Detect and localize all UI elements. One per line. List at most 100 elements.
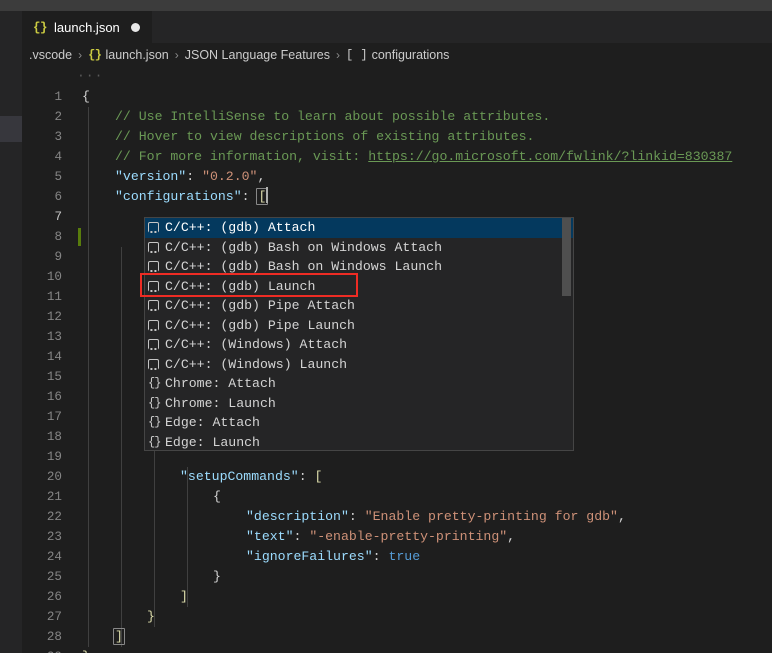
line-content: }	[82, 647, 90, 653]
suggestion-scrollbar[interactable]	[562, 218, 572, 450]
breadcrumb-label: .vscode	[29, 48, 73, 62]
code-line[interactable]: 1 {	[22, 87, 772, 107]
module-braces-icon: {}	[148, 376, 161, 391]
suggestion-item[interactable]: {} Edge: Launch	[145, 433, 573, 451]
line-number: 26	[46, 590, 62, 604]
code-token-bracket-match: ]	[113, 628, 125, 645]
line-number: 22	[46, 510, 62, 524]
suggestion-scrollbar-thumb[interactable]	[562, 218, 571, 296]
line-content: ]	[180, 587, 188, 607]
activity-bar[interactable]	[0, 11, 22, 653]
line-content: // Use IntelliSense to learn about possi…	[115, 107, 550, 127]
code-line[interactable]: 2 // Use IntelliSense to learn about pos…	[22, 107, 772, 127]
code-line[interactable]: 27 }	[22, 607, 772, 627]
code-token-string: "Enable pretty-printing for gdb"	[364, 509, 618, 524]
code-line[interactable]: 24 "ignoreFailures": true	[22, 547, 772, 567]
unsaved-dot-icon[interactable]	[130, 23, 140, 32]
line-number: 28	[46, 630, 62, 644]
documentation-link[interactable]: https://go.microsoft.com/fwlink/?linkid=…	[368, 149, 732, 164]
breadcrumb-separator-icon: ›	[335, 48, 340, 62]
line-content: }	[213, 567, 221, 587]
module-braces-icon: {}	[148, 434, 161, 449]
line-number: 9	[54, 250, 62, 264]
line-content: "setupCommands": [	[180, 467, 322, 487]
code-token-brace: {	[82, 89, 90, 104]
suggestion-label: C/C++: (gdb) Bash on Windows Attach	[165, 239, 442, 255]
suggestion-item[interactable]: C/C++: (gdb) Pipe Launch	[145, 316, 573, 336]
code-line[interactable]: 22 "description": "Enable pretty-printin…	[22, 507, 772, 527]
line-number: 24	[46, 550, 62, 564]
suggestion-item[interactable]: C/C++: (Windows) Launch	[145, 355, 573, 375]
breadcrumb-item-launch-json[interactable]: {} launch.json	[88, 48, 169, 62]
line-content: {	[213, 487, 221, 507]
suggestion-item[interactable]: {} Edge: Attach	[145, 413, 573, 433]
suggestion-label: C/C++: (Windows) Launch	[165, 356, 348, 372]
module-braces-icon: {}	[148, 415, 161, 430]
code-line[interactable]: 4 // For more information, visit: https:…	[22, 147, 772, 167]
breadcrumb-item-vscode[interactable]: .vscode	[29, 48, 72, 62]
line-number: 12	[46, 310, 62, 324]
code-token-colon: :	[372, 549, 389, 564]
suggestion-item[interactable]: C/C++: (gdb) Pipe Attach	[145, 296, 573, 316]
line-number: 6	[54, 190, 62, 204]
line-content: // For more information, visit: https://…	[115, 147, 732, 167]
tab-launch-json[interactable]: {} launch.json	[22, 11, 152, 43]
code-line[interactable]: 21 {	[22, 487, 772, 507]
code-line[interactable]: 29 }	[22, 647, 772, 653]
code-line[interactable]: 25 }	[22, 567, 772, 587]
suggestion-item[interactable]: C/C++: (Windows) Attach	[145, 335, 573, 355]
breadcrumb-item-configurations[interactable]: [ ] configurations	[346, 48, 449, 62]
suggestion-item[interactable]: C/C++: (gdb) Bash on Windows Attach	[145, 238, 573, 258]
code-line[interactable]: 28 ]	[22, 627, 772, 647]
suggestion-item-gdb-launch[interactable]: C/C++: (gdb) Launch	[145, 277, 573, 297]
module-braces-icon: {}	[148, 395, 161, 410]
line-number: 20	[46, 470, 62, 484]
suggestion-label: Edge: Attach	[165, 415, 260, 430]
breadcrumb-separator-icon: ›	[78, 48, 83, 62]
line-number: 23	[46, 530, 62, 544]
line-content: "text": "-enable-pretty-printing",	[246, 527, 515, 547]
code-token-comment: // Hover to view descriptions of existin…	[115, 129, 535, 144]
code-token-key: "ignoreFailures"	[246, 549, 373, 564]
line-number: 17	[46, 410, 62, 424]
code-line[interactable]: 23 "text": "-enable-pretty-printing",	[22, 527, 772, 547]
code-token-bracket: [	[314, 469, 323, 484]
code-token-colon: :	[186, 169, 203, 184]
line-number: 7	[54, 210, 62, 224]
code-line[interactable]: 26 ]	[22, 587, 772, 607]
code-token-colon: :	[293, 529, 310, 544]
breadcrumb-item-json-language-features[interactable]: JSON Language Features	[185, 48, 330, 62]
code-line[interactable]: 6 "configurations": [	[22, 187, 772, 207]
line-number: 10	[46, 270, 62, 284]
folded-region-hint[interactable]: ···	[77, 67, 103, 87]
property-icon	[148, 280, 159, 292]
activity-bar-active-item[interactable]	[0, 116, 22, 142]
code-token-brace: }	[147, 609, 155, 624]
suggestion-item[interactable]: {} Chrome: Attach	[145, 374, 573, 394]
code-token-string: "0.2.0"	[202, 169, 258, 184]
suggestion-widget[interactable]: C/C++: (gdb) Attach C/C++: (gdb) Bash on…	[144, 217, 574, 451]
code-line[interactable]: 20 "setupCommands": [	[22, 467, 772, 487]
line-content: "ignoreFailures": true	[246, 547, 420, 567]
suggestion-label: C/C++: (gdb) Pipe Launch	[165, 317, 355, 333]
code-line[interactable]: 3 // Hover to view descriptions of exist…	[22, 127, 772, 147]
code-line[interactable]: 5 "version": "0.2.0",	[22, 167, 772, 187]
line-number: 16	[46, 390, 62, 404]
code-token-comma: ,	[617, 509, 626, 524]
suggestion-item[interactable]: C/C++: (gdb) Bash on Windows Launch	[145, 257, 573, 277]
line-content: // Hover to view descriptions of existin…	[115, 127, 534, 147]
suggestion-item[interactable]: C/C++: (gdb) Attach	[145, 218, 573, 238]
line-content: ]	[113, 627, 125, 647]
property-icon	[148, 222, 159, 234]
suggestion-label: C/C++: (gdb) Bash on Windows Launch	[165, 259, 442, 274]
suggestion-item[interactable]: {} Chrome: Launch	[145, 394, 573, 414]
property-icon	[148, 241, 159, 253]
code-token-key: "setupCommands"	[180, 469, 299, 484]
git-added-marker	[78, 228, 81, 246]
vscode-window: {} launch.json .vscode › {} launch.json …	[0, 0, 772, 653]
code-token-comma: ,	[257, 169, 266, 184]
code-token-brace: {	[213, 489, 221, 504]
suggestion-label: C/C++: (gdb) Attach	[165, 220, 316, 235]
code-token-brace: }	[82, 649, 90, 653]
code-token-string: "-enable-pretty-printing"	[309, 529, 508, 544]
